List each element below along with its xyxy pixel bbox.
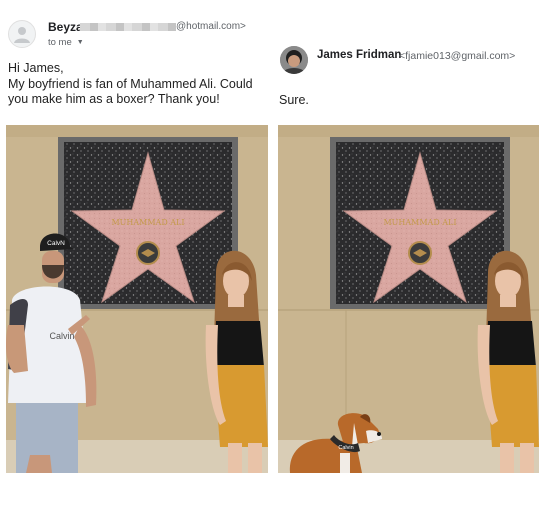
chevron-down-icon[interactable]: ▼ bbox=[77, 39, 84, 46]
sender-avatar bbox=[8, 20, 36, 48]
redacted-email bbox=[80, 23, 176, 31]
original-photo[interactable]: MUHAMMAD ALI CalvN Calvin bbox=[6, 125, 268, 473]
person-icon bbox=[14, 27, 30, 43]
reply-sender-email: <fjamie013@gmail.com> bbox=[399, 50, 516, 62]
edited-photo[interactable]: MUHAMMAD ALI Calvin bbox=[278, 125, 539, 473]
collar-text: Calvin bbox=[338, 445, 353, 451]
sender-name[interactable]: Beyza bbox=[48, 20, 83, 34]
sender-email-domain: @hotmail.com> bbox=[176, 21, 246, 32]
svg-text:MUHAMMAD ALI: MUHAMMAD ALI bbox=[111, 218, 184, 227]
shirt-logo-text: Calvin bbox=[49, 331, 74, 341]
reply-sender-name[interactable]: James Fridman bbox=[317, 49, 401, 61]
request-message-body: Hi James, My boyfriend is fan of Muhamme… bbox=[8, 61, 253, 106]
james-avatar-photo bbox=[280, 46, 308, 74]
svg-text:CalvN: CalvN bbox=[47, 240, 65, 247]
reply-sender-avatar[interactable] bbox=[280, 46, 308, 74]
recipient-line[interactable]: to me ▼ bbox=[48, 37, 84, 48]
svg-text:MUHAMMAD ALI: MUHAMMAD ALI bbox=[383, 218, 456, 227]
reply-message-body: Sure. bbox=[279, 93, 309, 107]
recipient-label: to me bbox=[48, 37, 72, 48]
